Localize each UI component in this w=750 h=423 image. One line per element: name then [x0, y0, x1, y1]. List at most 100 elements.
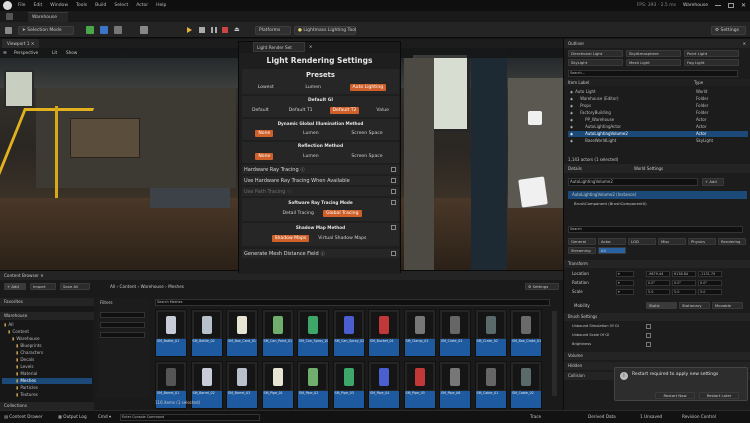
default-gi-option[interactable]: Default — [249, 107, 272, 114]
menu-select[interactable]: Select — [114, 3, 128, 8]
filter-item[interactable] — [100, 322, 145, 328]
panel-close-icon[interactable]: ✕ — [309, 44, 312, 49]
revision-control-button[interactable]: Revision Control — [682, 414, 716, 419]
visibility-icon[interactable]: ◉ — [570, 118, 573, 122]
project-root-header[interactable]: Warehouse — [0, 312, 94, 320]
outliner-search[interactable]: Search... — [568, 70, 738, 77]
default-gi-option[interactable]: Value — [373, 107, 392, 114]
category-tab[interactable]: Physics — [688, 238, 716, 245]
viewport-menu-icon[interactable]: ☰ — [3, 50, 7, 55]
restart-later-button[interactable]: Restart Later — [699, 392, 739, 399]
asset-tile[interactable]: SM_Bottle_01 — [155, 309, 187, 357]
asset-tile[interactable]: SM_Pipe_01 — [261, 361, 294, 409]
folder-item[interactable]: ▮ Decals — [2, 357, 92, 363]
transform-mode-dropdown[interactable]: ▾ — [616, 289, 634, 295]
unreal-logo-icon[interactable] — [3, 1, 12, 10]
sw-ray-checkbox[interactable] — [391, 200, 396, 205]
outliner-row[interactable]: ◉ FactoryBuilding Folder — [568, 110, 748, 116]
level-tab[interactable]: Warehouse — [28, 12, 68, 22]
category-tab[interactable]: Misc — [658, 238, 686, 245]
asset-tile[interactable]: SM_Pipe_02 — [297, 361, 329, 409]
hw-ray-avail-checkbox[interactable] — [391, 178, 396, 183]
category-tab[interactable]: All — [598, 247, 626, 254]
volume-header[interactable]: Volume — [564, 352, 750, 360]
folder-item[interactable]: ▮ Characters — [2, 350, 92, 356]
default-gi-option[interactable]: Default T2 — [329, 107, 360, 114]
object-name-field[interactable]: AutoLightingVolume2 — [568, 178, 698, 186]
menu-build[interactable]: Build — [95, 3, 106, 8]
property-checkbox[interactable] — [646, 333, 651, 338]
transform-x-field[interactable]: 5.0 — [646, 289, 670, 295]
cinematics-icon[interactable] — [114, 26, 122, 34]
reflection-option[interactable]: None — [255, 153, 274, 160]
asset-tile[interactable]: SM_Pipe_04 — [368, 361, 400, 409]
asset-tile[interactable]: SM_Can_Paint_01 — [261, 309, 294, 357]
folder-item[interactable]: ▮ Blueprints — [2, 343, 92, 349]
mobility-option[interactable]: Stationary — [679, 302, 710, 309]
reflection-option[interactable]: Lumen — [300, 153, 322, 160]
mode-selector[interactable]: ➤ Selection Mode — [18, 26, 74, 35]
component-root[interactable]: AutoLightingVolume2 (Instance) — [568, 191, 747, 199]
outliner-quick-button[interactable]: Directional Light — [568, 50, 623, 57]
asset-tile[interactable]: SM_Box_Crate_01 — [510, 309, 542, 357]
transform-header[interactable]: Transform — [564, 260, 750, 268]
platforms-button[interactable]: Platforms — [255, 26, 291, 35]
outliner-quick-button[interactable]: SkyAtmosphere — [626, 50, 681, 57]
collections-header[interactable]: Collections — [0, 402, 94, 410]
panel-tab[interactable]: Light Render Set — [253, 42, 305, 52]
outliner-row[interactable]: ◉ Warehouse (Editor) Folder — [568, 96, 748, 102]
hw-ray-checkbox[interactable] — [391, 167, 396, 172]
transform-y-field[interactable]: 5.0 — [672, 289, 696, 295]
sw-ray-option[interactable]: Global Tracing — [322, 210, 362, 217]
outliner-quick-button[interactable]: Point Light — [684, 50, 739, 57]
shadow-option[interactable]: Shadow Maps — [271, 235, 310, 242]
outliner-row[interactable]: ◉ AutoLightingActor Actor — [568, 124, 748, 130]
menu-window[interactable]: Window — [50, 3, 68, 8]
settings-button[interactable]: ⚙ Settings — [711, 26, 746, 35]
lighting-tool-button[interactable]: ● Lightmass Lighting Tool — [294, 26, 356, 35]
import-button[interactable]: Import — [30, 283, 56, 290]
save-current-icon[interactable] — [5, 27, 12, 34]
asset-tile[interactable]: SM_Crate_02 — [474, 309, 507, 357]
presets-option[interactable]: Auto Lighting — [349, 84, 387, 91]
default-gi-option[interactable]: Default T1 — [286, 107, 316, 114]
category-tab[interactable]: Streaming — [568, 247, 596, 254]
menu-tools[interactable]: Tools — [76, 3, 87, 8]
menu-help[interactable]: Help — [156, 3, 166, 8]
transform-y-field[interactable]: 0.0° — [672, 280, 696, 286]
visibility-icon[interactable]: ◉ — [570, 139, 573, 143]
trace-button[interactable]: Trace — [530, 414, 541, 419]
category-tab[interactable]: Actor — [598, 238, 626, 245]
details-search[interactable]: Search — [568, 226, 743, 233]
close-icon[interactable]: ✕ — [741, 2, 746, 9]
category-tab[interactable]: LOD — [628, 238, 656, 245]
close-icon[interactable]: ✕ — [743, 41, 746, 46]
clapper-actor-icon[interactable] — [518, 176, 548, 208]
eject-icon[interactable]: ⏏ — [234, 26, 240, 33]
asset-scrollbar[interactable] — [552, 311, 557, 396]
unsaved-button[interactable]: 1 Unsaved — [640, 414, 662, 419]
content-drawer-button[interactable]: ▤ Content Drawer — [4, 414, 43, 419]
pause-icon[interactable] — [211, 27, 217, 33]
transform-mode-dropdown[interactable]: ▾ — [616, 280, 634, 286]
transform-z-field[interactable]: 0.0° — [698, 280, 722, 286]
outliner-tab[interactable]: Outliner ✕ — [564, 39, 750, 48]
menu-file[interactable]: File — [18, 3, 26, 8]
folder-item[interactable]: ▮ Particles — [2, 385, 92, 391]
output-log-button[interactable]: ▦ Output Log — [58, 414, 87, 419]
transform-z-field[interactable]: -1131.70 — [698, 271, 722, 277]
folder-item[interactable]: ▮ Material — [2, 371, 92, 377]
property-checkbox[interactable] — [646, 324, 651, 329]
folder-item[interactable]: ▮ Meshes — [2, 378, 92, 384]
path-tracing-checkbox[interactable] — [391, 189, 396, 194]
dynamic-gi-option[interactable]: Screen Space — [348, 130, 385, 137]
asset-tile[interactable]: SM_Pipe_06 — [439, 361, 471, 409]
details-tab[interactable]: Details — [568, 166, 582, 171]
light-actor-icon[interactable] — [528, 111, 542, 125]
transform-z-field[interactable]: 5.0 — [698, 289, 722, 295]
step-icon[interactable] — [199, 27, 205, 33]
shadow-option[interactable]: Virtual Shadow Maps — [315, 235, 369, 242]
asset-tile[interactable]: SM_Crate_01 — [439, 309, 471, 357]
asset-tile[interactable]: SM_Clamp_01 — [403, 309, 436, 357]
asset-tile[interactable]: SM_Barrel_03 — [226, 361, 258, 409]
